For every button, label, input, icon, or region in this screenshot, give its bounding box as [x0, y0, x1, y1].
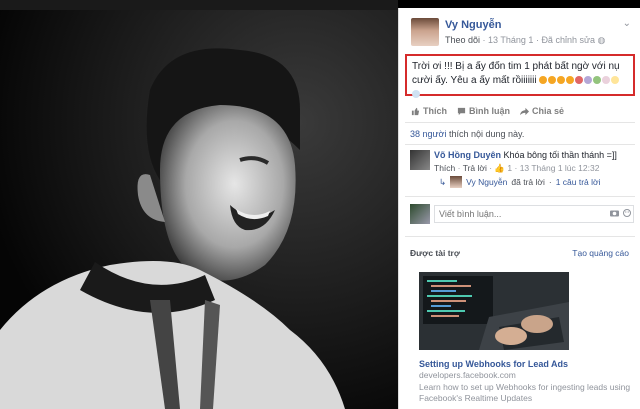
like-count-icon: 👍 — [494, 163, 506, 173]
reply-author: Vy Nguyễn — [466, 177, 508, 187]
comment-like-count[interactable]: 1 — [507, 163, 512, 173]
post-side-panel: Vy Nguyễn Theo dõi · 13 Tháng 1 · Đã chỉ… — [398, 8, 640, 409]
divider — [405, 144, 635, 145]
edited-link[interactable]: Đã chỉnh sửa — [541, 35, 595, 45]
photo[interactable] — [0, 0, 398, 409]
viewer-avatar — [410, 204, 430, 224]
divider — [405, 236, 635, 237]
sponsored-label: Được tài trợ — [410, 248, 460, 258]
post-text-highlighted: Trời ơi !!! Bị a ấy đốn tim 1 phát bất n… — [405, 54, 635, 98]
globe-icon: ◍ — [597, 35, 606, 45]
share-label: Chia sẻ — [532, 106, 565, 116]
commenter-avatar[interactable] — [410, 150, 430, 170]
follow-link[interactable]: Theo dõi — [445, 35, 480, 45]
comment-button[interactable]: Bình luận — [457, 106, 510, 116]
comment-like-link[interactable]: Thích — [434, 163, 455, 173]
ad-image[interactable] — [419, 272, 569, 350]
emoji-icon — [602, 76, 611, 84]
reply-summary[interactable]: ↳ Vy Nguyễn đã trả lời · 1 câu trả lời — [439, 176, 600, 188]
photo-image — [0, 0, 398, 409]
like-label: Thích — [423, 106, 447, 116]
comment-time[interactable]: 13 Tháng 1 lúc 12:32 — [520, 163, 600, 173]
emoji-icon — [566, 76, 575, 84]
emoji-icon — [575, 76, 584, 84]
reply-avatar — [450, 176, 463, 188]
share-icon — [520, 107, 529, 115]
ad-title[interactable]: Setting up Webhooks for Lead Ads — [419, 359, 568, 369]
comment-reply-link[interactable]: Trả lời — [463, 163, 487, 173]
emoji-icon — [584, 76, 593, 84]
photo-viewer: Vy Nguyễn Theo dõi · 13 Tháng 1 · Đã chỉ… — [0, 0, 640, 409]
write-comment — [410, 204, 635, 226]
post-actions: Thích Bình luận Chia sẻ — [411, 104, 564, 118]
reply-arrow-icon: ↳ — [439, 176, 447, 187]
comment-body: Võ Hồng Duyên Khóa bông tối thần thánh =… — [434, 150, 617, 160]
camera-icon[interactable] — [610, 209, 619, 217]
photo-topbar — [0, 0, 398, 10]
post-meta: Theo dõi · 13 Tháng 1 · Đã chỉnh sửa ◍ — [445, 35, 605, 46]
ad-description: Learn how to set up Webhooks for ingesti… — [419, 382, 631, 403]
thumb-up-icon — [411, 107, 420, 115]
create-ad-link[interactable]: Tạo quảng cáo — [572, 248, 629, 258]
likes-summary: 38 người thích nội dung này. — [410, 129, 524, 139]
input-icons — [610, 209, 631, 217]
reply-mid: đã trả lời — [511, 177, 545, 187]
post-header: Vy Nguyễn Theo dõi · 13 Tháng 1 · Đã chỉ… — [411, 16, 635, 52]
likes-suffix: thích nội dung này. — [448, 129, 525, 139]
laptop-image — [419, 272, 569, 350]
comment-label: Bình luận — [469, 106, 510, 116]
emoji-icon — [539, 76, 548, 84]
ad-domain: developers.facebook.com — [419, 370, 516, 380]
emoji-icon — [611, 76, 620, 84]
like-button[interactable]: Thích — [411, 106, 447, 116]
share-button[interactable]: Chia sẻ — [520, 106, 564, 116]
comment-text: Khóa bông tối thần thánh =]] — [503, 150, 617, 160]
emoji-icon — [557, 76, 566, 84]
divider — [405, 122, 635, 123]
divider — [405, 196, 635, 197]
author-avatar[interactable] — [411, 18, 439, 46]
emoji-icon — [593, 76, 602, 84]
emoji-icon — [412, 90, 420, 98]
commenter-name[interactable]: Võ Hồng Duyên — [434, 150, 501, 160]
smiley-icon[interactable] — [623, 209, 631, 217]
comment-input[interactable] — [434, 205, 634, 223]
comment-meta: Thích · Trả lời · 👍 1 · 13 Tháng 1 lúc 1… — [434, 163, 599, 174]
post-date[interactable]: 13 Tháng 1 — [488, 35, 533, 45]
author-name[interactable]: Vy Nguyễn — [445, 19, 501, 31]
likes-count[interactable]: 38 người — [410, 129, 446, 139]
comment-icon — [457, 107, 466, 115]
chevron-down-icon[interactable]: ⌄ — [623, 18, 631, 29]
reply-count: 1 câu trả lời — [555, 177, 601, 187]
emoji-icon — [548, 76, 557, 84]
reply-separator: · — [548, 177, 552, 187]
